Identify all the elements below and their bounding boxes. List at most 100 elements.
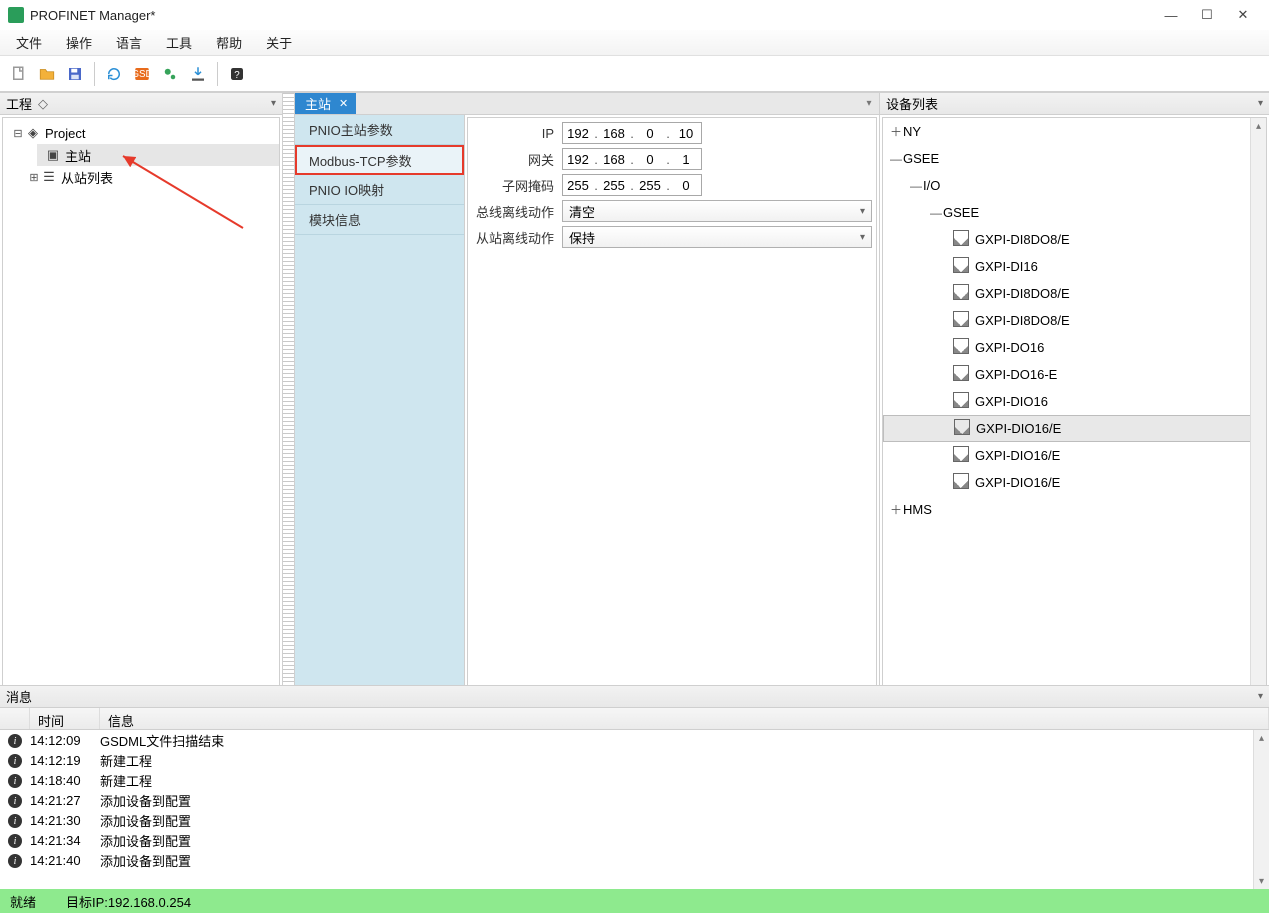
diamond-icon: ◇ [38,96,48,112]
tree-slaves[interactable]: ⊞ ☰ 从站列表 [19,166,279,188]
window-title: PROFINET Manager* [30,8,1153,23]
device-item[interactable]: GXPI-DI8DO8/E [883,226,1266,253]
scroll-up-icon[interactable]: ▴ [1251,118,1266,134]
device-item[interactable]: GXPI-DO16 [883,334,1266,361]
device-vendor-gsee[interactable]: —GSEE [883,145,1266,172]
device-icon [953,392,975,411]
menu-operate[interactable]: 操作 [54,30,104,55]
open-folder-icon[interactable] [34,61,60,87]
message-row[interactable]: i14:21:40添加设备到配置 [0,850,1269,870]
tree-label: Project [45,126,85,141]
device-label: GXPI-DI8DO8/E [975,232,1070,247]
device-icon [953,446,975,465]
device-vendor-ny[interactable]: ＋NY [883,118,1266,145]
close-button[interactable]: ✕ [1225,2,1261,28]
device-category-io[interactable]: —I/O [883,172,1266,199]
message-row[interactable]: i14:21:27添加设备到配置 [0,790,1269,810]
refresh-icon[interactable] [101,61,127,87]
ip-octet[interactable]: 0 [635,126,665,141]
side-tab-pnio-params[interactable]: PNIO主站参数 [295,115,464,145]
toolbar: GSD ? [0,56,1269,92]
device-item[interactable]: GXPI-DI16 [883,253,1266,280]
device-item[interactable]: GXPI-DO16-E [883,361,1266,388]
select-value: 保持 [569,228,595,247]
bus-offline-select[interactable]: 清空 [562,200,872,222]
tab-dropdown-icon[interactable]: ▾ [859,93,879,114]
scroll-down-icon[interactable]: ▾ [1254,873,1269,889]
info-icon: i [0,792,30,809]
menu-file[interactable]: 文件 [4,30,54,55]
device-group-gsee[interactable]: —GSEE [883,199,1266,226]
download-icon[interactable] [185,61,211,87]
expand-icon[interactable]: ⊞ [27,171,41,184]
message-row[interactable]: i14:21:30添加设备到配置 [0,810,1269,830]
ip-octet[interactable]: 168 [599,126,629,141]
message-row[interactable]: i14:21:34添加设备到配置 [0,830,1269,850]
editor-tabs: 主站 ✕ ▾ [295,93,879,115]
ip-octet[interactable]: 0 [635,152,665,167]
info-icon: i [0,732,30,749]
side-tab-module-info[interactable]: 模块信息 [295,205,464,235]
device-vendor-hms[interactable]: ＋HMS [883,496,1266,523]
side-tab-modbus-tcp[interactable]: Modbus-TCP参数 [295,145,464,175]
tab-master[interactable]: 主站 ✕ [295,93,356,114]
separator [217,62,218,86]
side-tab-pnio-io[interactable]: PNIO IO映射 [295,175,464,205]
help-icon[interactable]: ? [224,61,250,87]
device-item[interactable]: GXPI-DIO16 [883,388,1266,415]
slave-offline-select[interactable]: 保持 [562,226,872,248]
collapse-icon[interactable]: ⊟ [11,127,25,140]
ip-octet[interactable]: 168 [599,152,629,167]
panel-collapse-icon[interactable]: ▾ [271,98,276,109]
gears-icon[interactable] [157,61,183,87]
app-icon [8,7,24,23]
panel-collapse-icon[interactable]: ▾ [1258,691,1263,702]
tree-label: GSEE [943,205,979,220]
ip-octet[interactable]: 192 [563,152,593,167]
message-time: 14:21:34 [30,833,100,848]
new-file-icon[interactable] [6,61,32,87]
maximize-button[interactable]: ☐ [1189,2,1225,28]
ip-octet[interactable]: 255 [599,178,629,193]
tree-root-project[interactable]: ⊟ ◈ Project [3,122,279,144]
save-icon[interactable] [62,61,88,87]
message-time: 14:21:30 [30,813,100,828]
device-item[interactable]: GXPI-DIO16/E [883,442,1266,469]
message-row[interactable]: i14:12:09GSDML文件扫描结束 [0,730,1269,750]
panel-collapse-icon[interactable]: ▾ [1258,98,1263,109]
slave-offline-label: 从站离线动作 [472,228,558,247]
ip-octet[interactable]: 192 [563,126,593,141]
gsd-icon[interactable]: GSD [129,61,155,87]
gateway-input[interactable]: 192. 168. 0. 1 [562,148,702,170]
device-icon [953,284,975,303]
message-time: 14:21:40 [30,853,100,868]
col-icon [0,708,30,729]
device-panel-title: 设备列表 [886,94,938,113]
ip-octet[interactable]: 255 [635,178,665,193]
message-text: 新建工程 [100,771,152,790]
message-row[interactable]: i14:18:40新建工程 [0,770,1269,790]
menu-tools[interactable]: 工具 [154,30,204,55]
device-icon [954,419,976,438]
scroll-up-icon[interactable]: ▴ [1254,730,1269,746]
close-tab-icon[interactable]: ✕ [339,97,348,110]
menu-language[interactable]: 语言 [104,30,154,55]
mask-input[interactable]: 255. 255. 255. 0 [562,174,702,196]
menu-about[interactable]: 关于 [254,30,304,55]
device-item[interactable]: GXPI-DI8DO8/E [883,280,1266,307]
ip-octet[interactable]: 1 [671,152,701,167]
menu-help[interactable]: 帮助 [204,30,254,55]
device-item[interactable]: GXPI-DI8DO8/E [883,307,1266,334]
scrollbar[interactable]: ▴ ▾ [1250,118,1266,742]
ip-octet[interactable]: 10 [671,126,701,141]
ip-input[interactable]: 192. 168. 0. 10 [562,122,702,144]
ip-octet[interactable]: 255 [563,178,593,193]
ip-octet[interactable]: 0 [671,178,701,193]
message-row[interactable]: i14:12:19新建工程 [0,750,1269,770]
device-item[interactable]: GXPI-DIO16/E [883,415,1266,442]
master-icon: ▣ [45,147,61,163]
device-item[interactable]: GXPI-DIO16/E [883,469,1266,496]
minimize-button[interactable]: — [1153,2,1189,28]
tree-master[interactable]: ▣ 主站 [37,144,279,166]
scrollbar[interactable]: ▴ ▾ [1253,730,1269,889]
